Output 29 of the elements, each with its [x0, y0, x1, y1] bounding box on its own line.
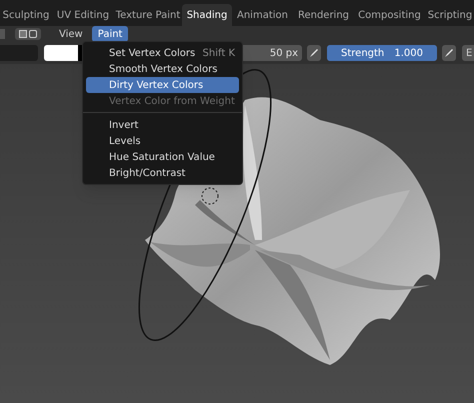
workspace-tab[interactable]: Sculpting — [0, 4, 52, 26]
workspace-tab[interactable]: Compositing — [354, 4, 425, 26]
workspace-tab[interactable]: Scripting — [425, 4, 474, 26]
checkbox-icon[interactable] — [0, 29, 5, 39]
mode-icon[interactable] — [15, 28, 41, 40]
workspace-tab[interactable]: UV Editing — [52, 4, 114, 26]
workspace-tab[interactable]: Texture Paint — [114, 4, 182, 26]
strength-label: Strength — [341, 46, 384, 60]
cut-button[interactable]: E — [462, 45, 474, 61]
pen-icon[interactable] — [442, 45, 456, 61]
menu-item[interactable]: Smooth Vertex Colors — [86, 61, 239, 77]
header-menu[interactable]: Paint — [92, 26, 128, 42]
secondary-color-swatch[interactable] — [78, 45, 82, 61]
pen-icon[interactable] — [307, 45, 321, 61]
shortcut-label: Shift K — [202, 46, 235, 60]
strength-slider[interactable]: Strength 1.000 — [327, 45, 437, 61]
radius-field[interactable]: 50 px — [242, 45, 302, 61]
header-menu[interactable]: View — [53, 26, 89, 42]
workspace-tab[interactable]: Shading — [182, 4, 232, 26]
color-swatch[interactable] — [44, 45, 78, 61]
strength-value: 1.000 — [394, 46, 423, 60]
menu-item[interactable]: Dirty Vertex Colors — [86, 77, 239, 93]
menu-item[interactable]: Invert — [86, 117, 239, 133]
menu-item[interactable]: Hue Saturation Value — [86, 149, 239, 165]
workspace-tab[interactable]: Rendering — [293, 4, 354, 26]
menu-item[interactable]: Set Vertex Colors Shift K — [86, 45, 239, 61]
menu-item[interactable]: Levels — [86, 133, 239, 149]
workspace-tab[interactable]: Animation — [232, 4, 293, 26]
menu-item[interactable]: Bright/Contrast — [86, 165, 239, 181]
